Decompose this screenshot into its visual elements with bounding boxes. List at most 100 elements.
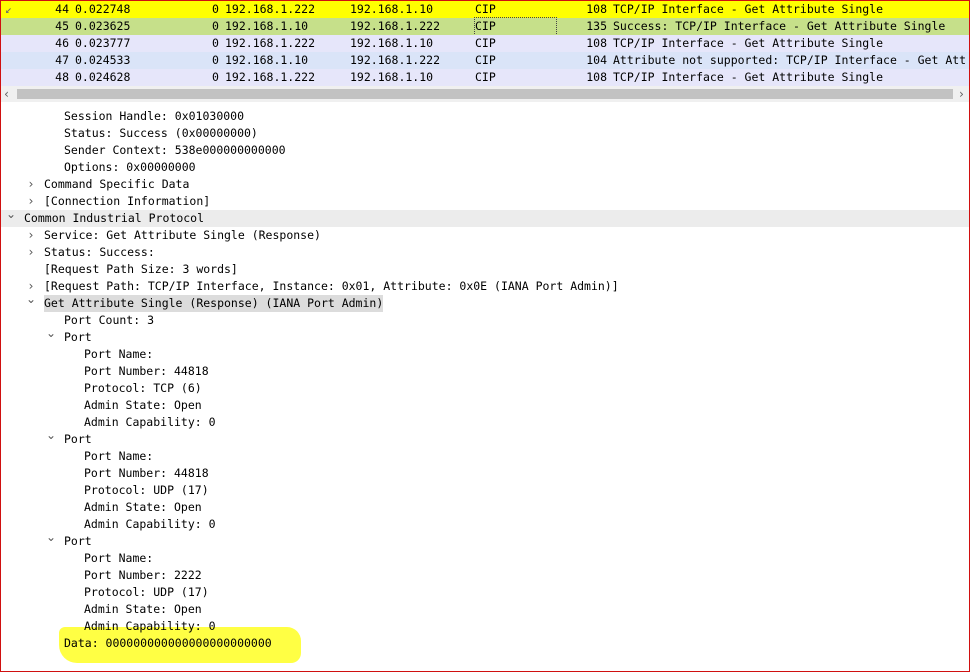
tree-node[interactable]: ⌄ Port [1, 530, 969, 550]
tree-node[interactable]: ⌄ Port [1, 428, 969, 448]
tree-node[interactable]: ⌄ Common Industrial Protocol [1, 207, 969, 227]
tree-node-label: Session Handle: 0x01030000 [64, 109, 245, 123]
tree-node[interactable]: Port Name: [1, 550, 969, 567]
chevron-right-icon[interactable]: › [25, 193, 37, 210]
packet-length: 108 [586, 2, 607, 16]
tree-node-label: Get Attribute Single (Response) (IANA Po… [44, 295, 384, 312]
tree-node[interactable]: Sender Context: 538e000000000000 [1, 142, 969, 159]
tree-node-label: Port Count: 3 [64, 313, 155, 327]
scroll-left-icon[interactable]: ‹ [3, 86, 10, 102]
tree-node[interactable]: › Command Specific Data [1, 176, 969, 193]
packet-number: 47 [55, 53, 69, 67]
tree-node-label: [Connection Information] [44, 194, 211, 208]
tree-node-label: Port Name: [84, 449, 154, 463]
tree-node[interactable]: Admin State: Open [1, 601, 969, 618]
tree-node[interactable]: Admin Capability: 0 [1, 516, 969, 533]
tree-node[interactable]: Options: 0x00000000 [1, 159, 969, 176]
tree-node-label: Port [64, 534, 92, 548]
tree-node[interactable]: [Request Path Size: 3 words] [1, 261, 969, 278]
tree-node[interactable]: Port Name: [1, 448, 969, 465]
chevron-down-icon[interactable]: ⌄ [5, 206, 17, 223]
chevron-right-icon[interactable]: › [25, 227, 37, 244]
tree-node-label: Service: Get Attribute Single (Response) [44, 228, 321, 242]
packet-row[interactable]: 47 0.024533 192.168.1.10 192.168.1.222 CIP 10… [1, 52, 969, 69]
packet-source: 192.168.1.222 [225, 70, 316, 84]
tree-node[interactable]: Session Handle: 0x01030000 [1, 108, 969, 125]
tree-node[interactable]: ⌄ Get Attribute Single (Response) (IANA P… [1, 292, 969, 312]
tree-node-label: Options: 0x00000000 [64, 160, 196, 174]
packet-protocol: CIP [474, 17, 557, 36]
packet-number: 46 [55, 36, 69, 50]
chevron-down-icon[interactable]: ⌄ [45, 427, 57, 444]
chevron-right-icon[interactable]: › [25, 244, 37, 261]
tree-node-label: Command Specific Data [44, 177, 190, 191]
tree-node-label: Protocol: UDP (17) [84, 585, 209, 599]
tree-node[interactable]: › [Request Path: TCP/IP Interface, Instan… [1, 278, 969, 295]
tree-node[interactable]: › Service: Get Attribute Single (Response… [1, 227, 969, 244]
tree-node[interactable]: Port Number: 44818 [1, 465, 969, 482]
packet-protocol: CIP [475, 2, 496, 16]
packet-source: 192.168.1.222 [225, 36, 316, 50]
chevron-down-icon[interactable]: ⌄ [45, 529, 57, 546]
packet-source-prefix: 0 [212, 36, 219, 50]
packet-row[interactable]: 46 0.023777 192.168.1.222 192.168.1.10 CIP 10… [1, 35, 969, 52]
tree-node-label: Port Name: [84, 347, 154, 361]
packet-source-prefix: 0 [212, 19, 219, 33]
tree-node[interactable]: Admin State: Open [1, 499, 969, 516]
packet-destination: 192.168.1.222 [350, 53, 441, 67]
packet-time: 0.023777 [75, 36, 131, 50]
packet-length: 135 [586, 19, 607, 33]
tree-node[interactable]: Protocol: TCP (6) [1, 380, 969, 397]
tree-node-label: Data: 000000000000000000000000 [64, 636, 272, 650]
packet-length: 104 [586, 53, 607, 67]
packet-time: 0.022748 [75, 2, 131, 16]
tree-node[interactable]: Port Count: 3 [1, 312, 969, 329]
tree-node[interactable]: › [Connection Information] [1, 193, 969, 210]
tree-node[interactable]: Protocol: UDP (17) [1, 584, 969, 601]
packet-destination: 192.168.1.10 [350, 36, 434, 50]
tree-node[interactable]: Port Number: 2222 [1, 567, 969, 584]
packet-info: TCP/IP Interface - Get Attribute Single [613, 2, 884, 16]
packet-source: 192.168.1.222 [225, 2, 316, 16]
packet-info: TCP/IP Interface - Get Attribute Single [613, 36, 884, 50]
packet-length: 108 [586, 36, 607, 50]
packet-row[interactable]: 48 0.024628 192.168.1.222 192.168.1.10 CIP 10… [1, 69, 969, 86]
packet-info: Success: TCP/IP Interface - Get Attribut… [613, 19, 946, 33]
tree-node-label: Protocol: UDP (17) [84, 483, 209, 497]
packet-list-horizontal-scrollbar[interactable]: ‹ › [0, 86, 970, 102]
packet-list: ↙ 44 0.022748 192.168.1.222 192.168.1.10 CIP 1… [0, 0, 970, 86]
packet-number: 44 [55, 2, 69, 16]
packet-row[interactable]: ↙ 44 0.022748 192.168.1.222 192.168.1.10 CIP 1… [1, 1, 969, 18]
packet-row[interactable]: 45 0.023625 192.168.1.10 192.168.1.222 CIP 13… [1, 17, 969, 36]
packet-number: 48 [55, 70, 69, 84]
chevron-right-icon[interactable]: › [25, 176, 37, 193]
tree-node[interactable]: Status: Success (0x00000000) [1, 125, 969, 142]
packet-number: 45 [55, 19, 69, 33]
scrollbar-thumb[interactable] [17, 89, 953, 99]
tree-node[interactable]: Admin Capability: 0 [1, 414, 969, 431]
chevron-down-icon[interactable]: ⌄ [25, 291, 37, 308]
tree-node-label: Common Industrial Protocol [24, 211, 205, 225]
packet-source-prefix: 0 [212, 70, 219, 84]
tree-node[interactable]: Admin Capability: 0 [1, 618, 969, 635]
packet-protocol: CIP [475, 53, 496, 67]
tree-node-label: Admin Capability: 0 [84, 517, 216, 531]
tree-node[interactable]: Admin State: Open [1, 397, 969, 414]
tree-node[interactable]: Data: 000000000000000000000000 [1, 635, 969, 652]
packet-source-prefix: 0 [212, 2, 219, 16]
chevron-down-icon[interactable]: ⌄ [45, 325, 57, 342]
tree-node[interactable]: Port Name: [1, 346, 969, 363]
packet-detail-tree: Session Handle: 0x01030000 Status: Succes… [0, 108, 970, 672]
tree-node-label: Status: Success: [44, 245, 155, 259]
packet-destination: 192.168.1.10 [350, 70, 434, 84]
tree-node[interactable]: ⌄ Port [1, 326, 969, 346]
tree-node[interactable]: Port Number: 44818 [1, 363, 969, 380]
packet-source: 192.168.1.10 [225, 19, 309, 33]
packet-info: TCP/IP Interface - Get Attribute Single [613, 70, 884, 84]
tree-node-label: Protocol: TCP (6) [84, 381, 202, 395]
tree-node[interactable]: › Status: Success: [1, 244, 969, 261]
packet-protocol: CIP [475, 36, 496, 50]
scroll-right-icon[interactable]: › [958, 86, 965, 102]
packet-info: Attribute not supported: TCP/IP Interfac… [613, 53, 967, 67]
tree-node[interactable]: Protocol: UDP (17) [1, 482, 969, 499]
